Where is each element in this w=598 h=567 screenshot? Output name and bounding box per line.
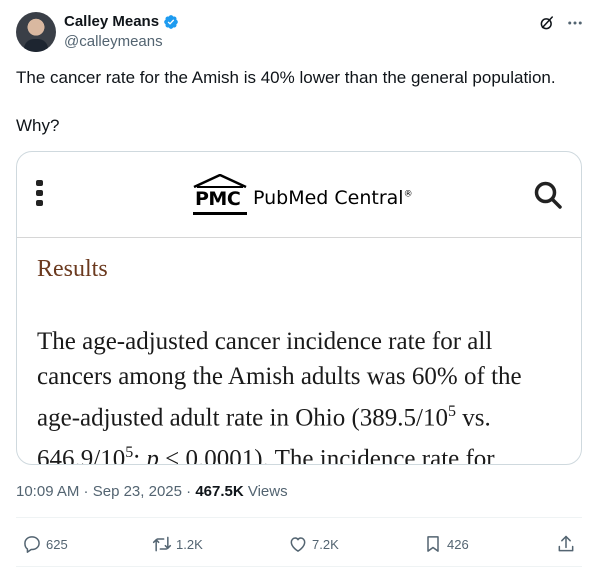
menu-dots-icon (36, 180, 43, 206)
grok-icon[interactable] (538, 14, 556, 32)
views-label: Views (243, 483, 288, 500)
bookmark-count: 426 (447, 536, 469, 552)
exponent: 5 (125, 444, 134, 462)
article-excerpt: The age-adjusted cancer incidence rate f… (37, 324, 567, 465)
like-button[interactable]: 7.2K (288, 530, 339, 558)
repost-count: 1.2K (176, 536, 203, 552)
excerpt-line-3-text: age-adjusted adult rate in Ohio (389.5/1… (37, 404, 448, 432)
pmc-logo-rule (193, 212, 247, 215)
avatar[interactable] (16, 12, 56, 52)
excerpt-line-1: The age-adjusted cancer incidence rate f… (37, 328, 493, 355)
more-options-icon[interactable] (566, 14, 584, 32)
tweet-header: Calley Means @calleymeans (16, 12, 584, 54)
tweet-time[interactable]: 10:09 AM (16, 483, 79, 500)
reply-icon (24, 536, 40, 553)
excerpt-line-4-text: 646.9/10 (37, 445, 126, 465)
like-icon (290, 537, 306, 552)
author-name-row[interactable]: Calley Means (64, 13, 179, 30)
action-bar: 625 1.2K 7.2K 426 (16, 530, 582, 558)
tweet-text: The cancer rate for the Amish is 40% low… (16, 66, 582, 138)
like-count: 7.2K (312, 536, 339, 552)
repost-button[interactable]: 1.2K (152, 530, 203, 558)
reply-count: 625 (46, 536, 68, 552)
author-handle[interactable]: @calleymeans (64, 33, 163, 50)
author-name[interactable]: Calley Means (64, 13, 159, 30)
excerpt-line-4: 646.9/105; p < 0.0001). The incidence ra… (37, 435, 567, 465)
exponent: 5 (448, 403, 456, 420)
excerpt-line-4-tail: ; (133, 445, 147, 465)
pmc-roof-icon (193, 174, 247, 188)
tweet-date[interactable]: Sep 23, 2025 (93, 483, 182, 500)
share-icon (558, 535, 574, 552)
attached-image-card[interactable]: PMC PubMed Central® Results The age-adju… (16, 151, 582, 465)
tweet-line-2: Why? (16, 116, 60, 135)
results-heading: Results (37, 256, 108, 282)
excerpt-line-3: age-adjusted adult rate in Ohio (389.5/1… (37, 394, 567, 435)
retweet-icon (152, 536, 172, 552)
reply-button[interactable]: 625 (22, 530, 68, 558)
pmc-logo: PMC PubMed Central® (193, 170, 413, 215)
search-icon (534, 181, 562, 209)
bookmark-button[interactable]: 426 (423, 530, 469, 558)
p-value-symbol: p (146, 445, 159, 465)
excerpt-line-3-tail: vs. (456, 404, 491, 432)
excerpt-line-4-end: < 0.0001). The incidence rate for (158, 445, 495, 465)
pmc-logo-name: PubMed Central® (253, 187, 413, 209)
tweet-line-1: The cancer rate for the Amish is 40% low… (16, 68, 556, 87)
views-count: 467.5K (195, 483, 244, 500)
excerpt-line-2: cancers among the Amish adults was 60% o… (37, 363, 522, 390)
divider (16, 517, 582, 518)
share-button[interactable] (556, 530, 576, 558)
pmc-logo-text: PMC (195, 188, 241, 210)
meta-separator: · (79, 483, 93, 500)
pmc-header-bar: PMC PubMed Central® (17, 152, 581, 238)
verified-badge-icon (164, 14, 178, 29)
bookmark-icon (427, 536, 439, 552)
pmc-registered-mark: ® (403, 189, 413, 200)
tweet-meta: 10:09 AM · Sep 23, 2025 · 467.5K Views (16, 483, 288, 500)
pmc-logo-mark: PMC (193, 174, 247, 215)
meta-separator: · (181, 483, 196, 500)
pmc-name-text: PubMed Central (253, 187, 404, 209)
